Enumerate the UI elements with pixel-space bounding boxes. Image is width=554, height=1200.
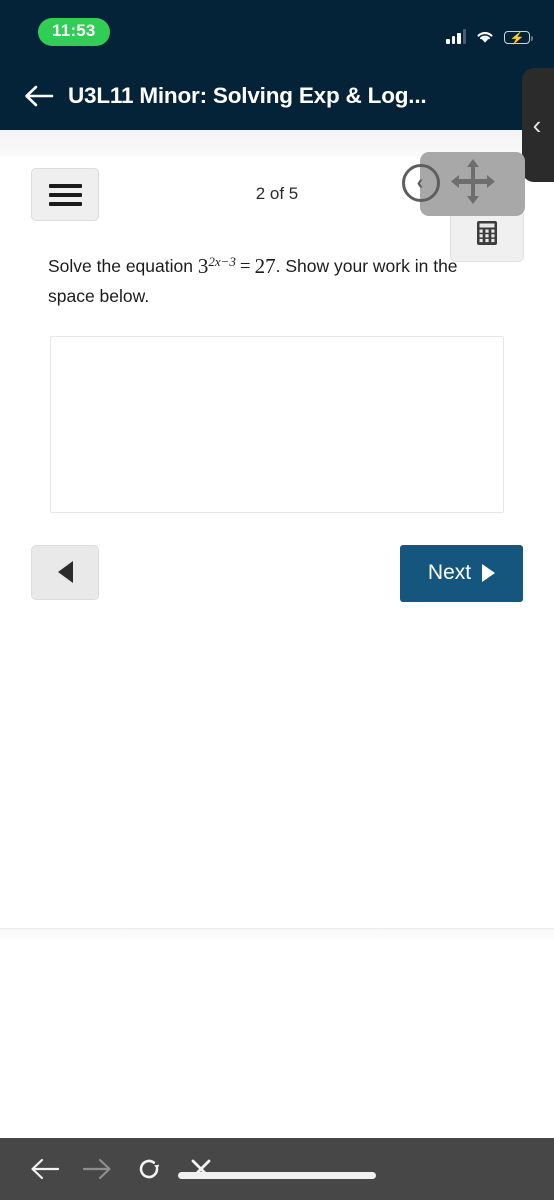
page-title: U3L11 Minor: Solving Exp & Log... [68,83,427,108]
triangle-right-icon [482,564,496,583]
math-expression: 32x−3 = 27 [198,254,276,278]
status-indicators: ⚡ [446,22,534,44]
status-time: 11:53 [38,18,110,46]
previous-question-button[interactable] [31,544,99,600]
reload-icon[interactable] [132,1152,166,1186]
calculator-icon [476,220,498,251]
move-four-arrows-icon [446,155,500,214]
status-bar: 11:53 ⚡ [0,0,554,62]
question-toolbar: 2 of 5 ‹ [0,152,554,262]
browser-navigation-bar [0,1138,554,1200]
close-x-icon[interactable] [184,1152,218,1186]
wifi-icon [475,29,495,44]
arrow-right-icon[interactable] [80,1152,114,1186]
next-question-button[interactable]: Next [400,544,523,602]
navigation-row: Next [0,533,554,625]
url-bar[interactable] [178,1172,376,1179]
back-arrow-icon[interactable] [22,81,56,111]
app-header: U3L11 Minor: Solving Exp & Log... [0,62,554,130]
answer-input-area[interactable] [50,335,504,513]
math-exponent: 2x−3 [208,254,236,270]
triangle-left-icon [57,561,73,584]
page-divider [0,928,554,941]
circle-chevron-left-icon[interactable]: ‹ [402,164,440,202]
question-lead: Solve the equation [48,256,198,276]
math-equals: = [239,256,251,277]
cellular-signal-icon [446,29,466,44]
mobile-screen: 11:53 ⚡ U3L11 Minor: Solving Exp & Log.. [0,0,554,1200]
math-base: 3 [197,254,209,278]
chevron-left-icon: ‹ [532,110,542,140]
calculator-tool-button[interactable] [450,209,524,262]
question-content: 2 of 5 ‹ Solve the equation 32x−3 = 27. … [0,152,554,625]
battery-charging-icon: ⚡ [504,31,534,44]
math-result: 27 [254,254,276,278]
arrow-left-icon[interactable] [28,1152,62,1186]
next-button-label: Next [427,561,472,585]
chevron-left-glyph: ‹ [416,172,424,194]
